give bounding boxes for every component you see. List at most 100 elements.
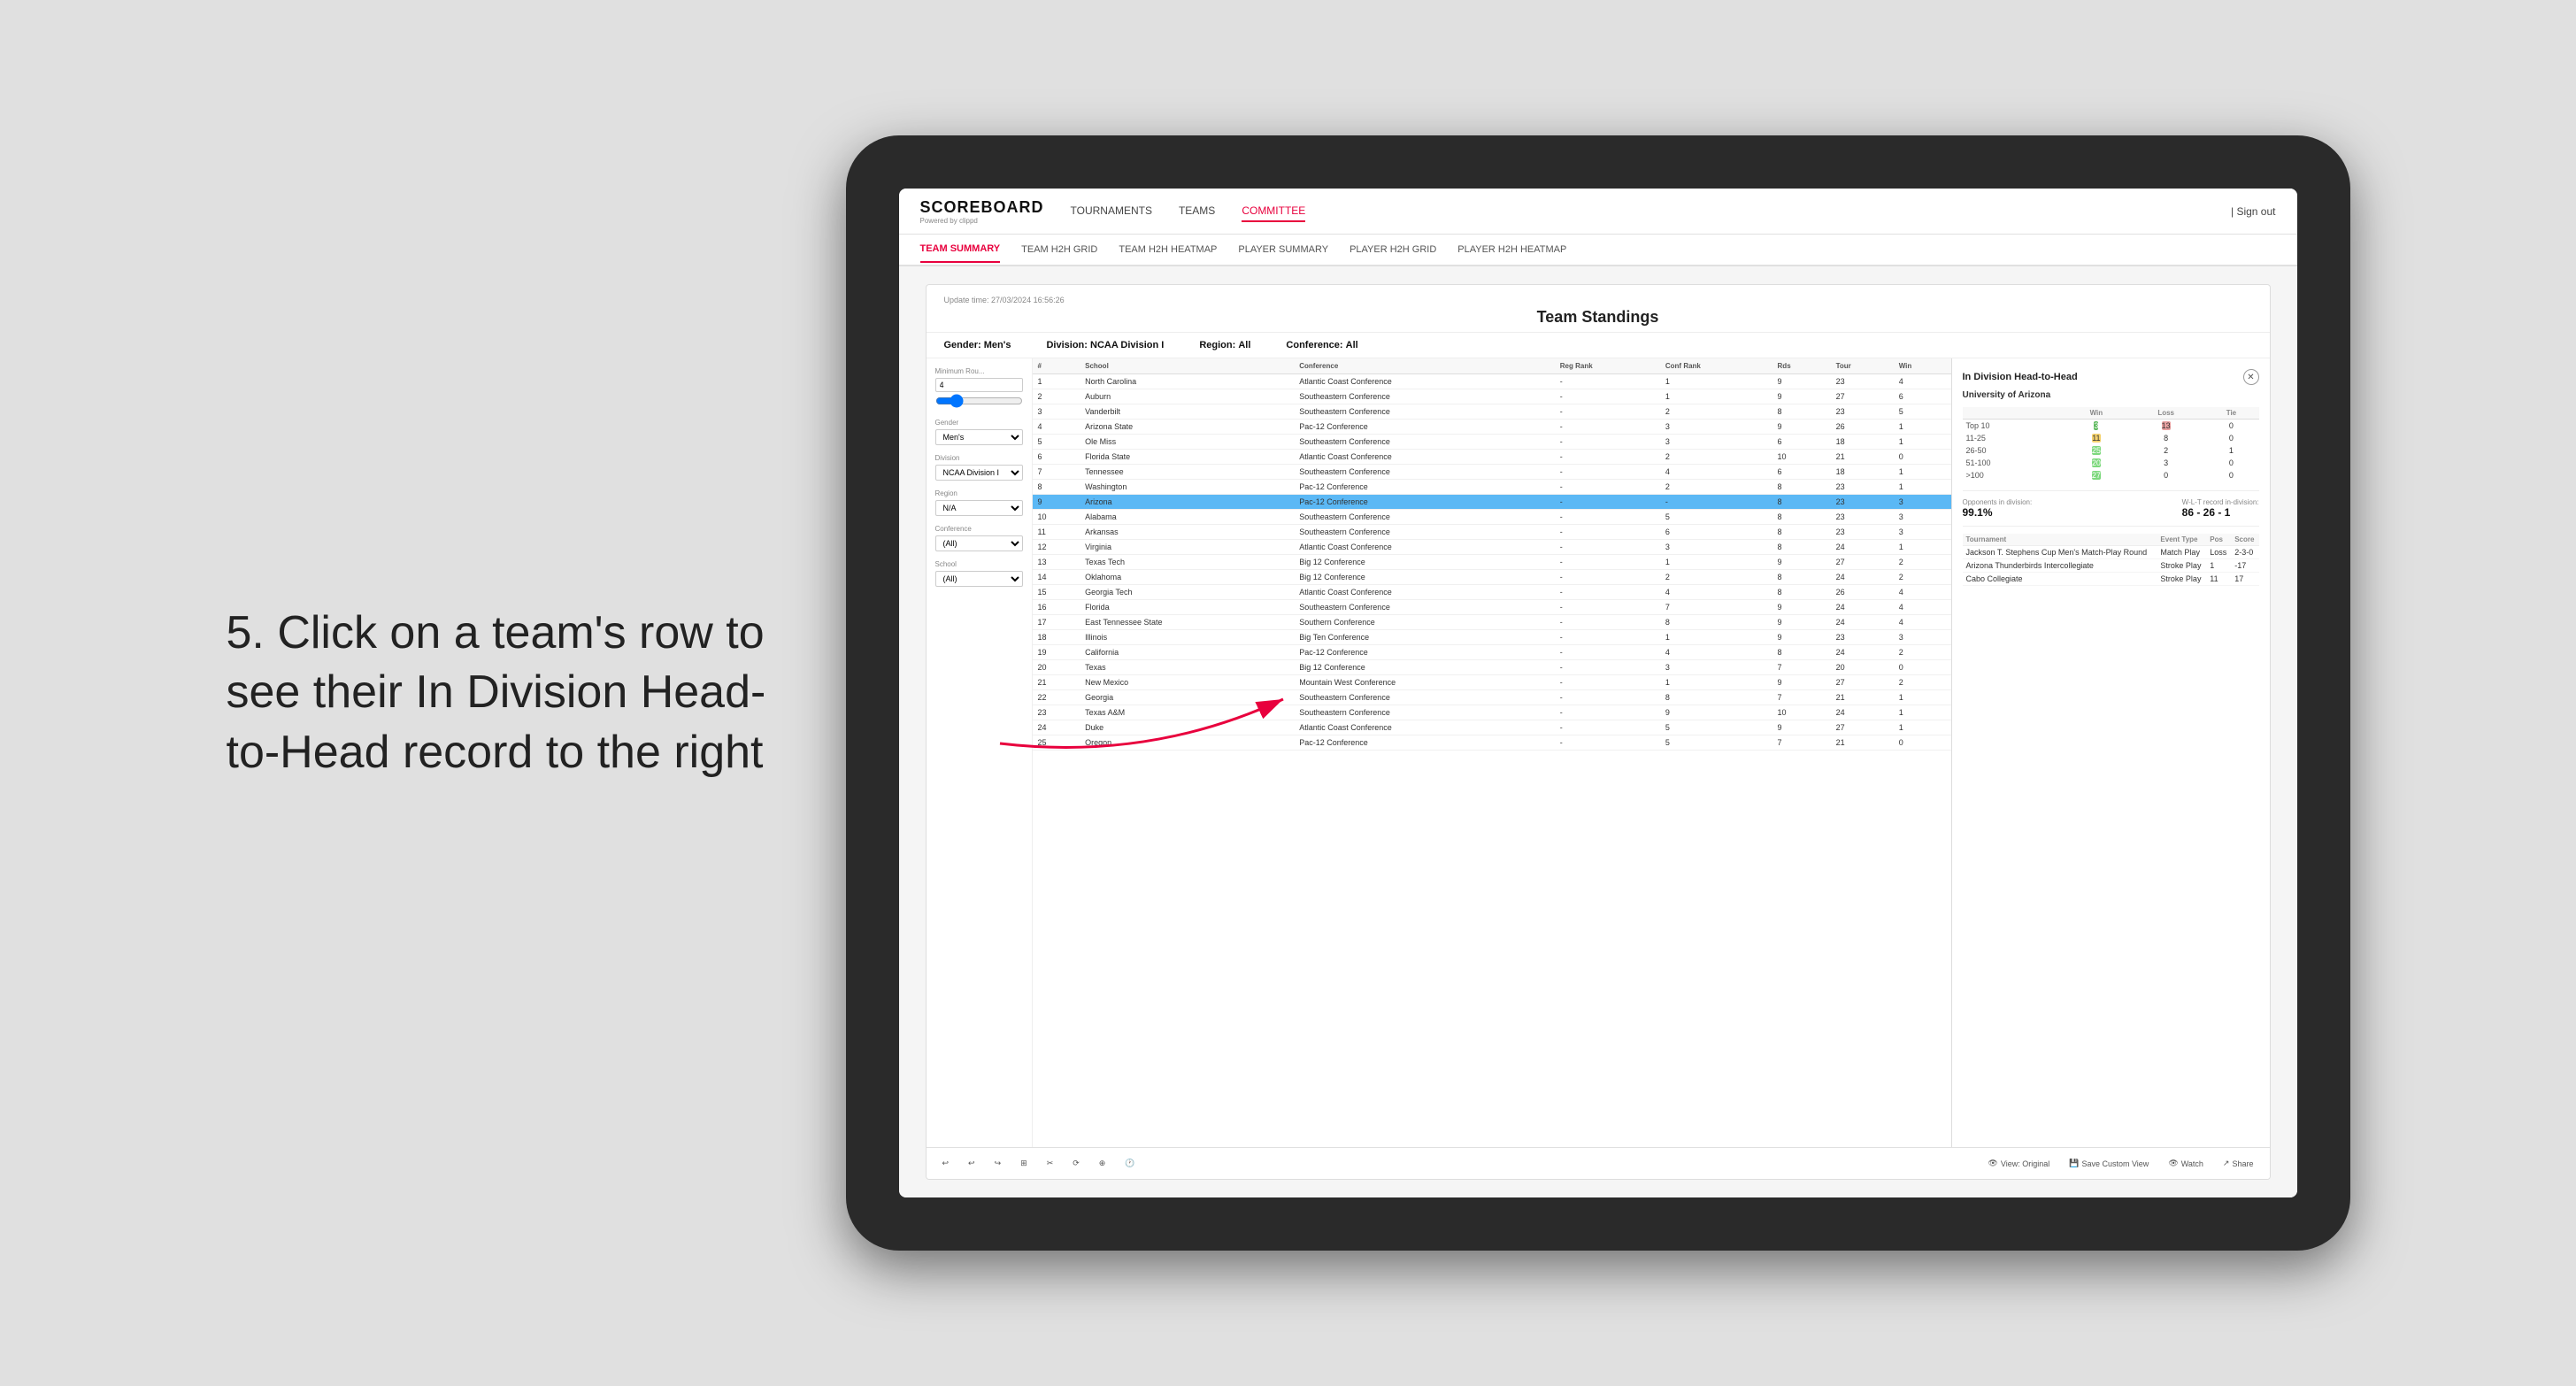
- h2h-tie-top10: 0: [2203, 420, 2258, 433]
- table-row[interactable]: 3 Vanderbilt Southeastern Conference - 2…: [1033, 404, 1951, 420]
- sign-out-button[interactable]: | Sign out: [2231, 205, 2276, 218]
- table-row[interactable]: 20 Texas Big 12 Conference - 3 7 20 0: [1033, 660, 1951, 675]
- table-row[interactable]: 2 Auburn Southeastern Conference - 1 9 2…: [1033, 389, 1951, 404]
- undo2-button[interactable]: ↩: [963, 1157, 980, 1170]
- tourney-row-2[interactable]: Arizona Thunderbirds Intercollegiate Str…: [1963, 559, 2259, 573]
- table-row[interactable]: 17 East Tennessee State Southern Confere…: [1033, 615, 1951, 630]
- cell-rds: 9: [1772, 389, 1831, 404]
- rounds-slider[interactable]: [935, 394, 1023, 408]
- cell-rds: 10: [1772, 705, 1831, 720]
- table-row[interactable]: 12 Virginia Atlantic Coast Conference - …: [1033, 540, 1951, 555]
- nav-teams[interactable]: TEAMS: [1179, 201, 1215, 222]
- cell-conf-rank: 7: [1660, 600, 1772, 615]
- table-row[interactable]: 19 California Pac-12 Conference - 4 8 24…: [1033, 645, 1951, 660]
- table-row[interactable]: 1 North Carolina Atlantic Coast Conferen…: [1033, 374, 1951, 389]
- h2h-row-51-100[interactable]: 51-100 20 3 0: [1963, 457, 2259, 469]
- view-original-button[interactable]: 👁 View: Original: [1982, 1157, 2055, 1170]
- cell-conference: Pac-12 Conference: [1294, 645, 1555, 660]
- cell-conf-rank: 5: [1660, 510, 1772, 525]
- grid-button[interactable]: ⊞: [1015, 1157, 1033, 1170]
- logo-sub: Powered by clippd: [920, 217, 1044, 225]
- nav-tournaments[interactable]: TOURNAMENTS: [1071, 201, 1152, 222]
- update-time: Update time: 27/03/2024 16:56:26: [944, 296, 2252, 304]
- h2h-row-top10[interactable]: Top 10 3 13 0: [1963, 420, 2259, 433]
- h2h-row-11-25[interactable]: 11-25 11 8 0: [1963, 432, 2259, 444]
- table-row[interactable]: 16 Florida Southeastern Conference - 7 9…: [1033, 600, 1951, 615]
- undo-button[interactable]: ↩: [937, 1157, 955, 1170]
- school-select[interactable]: (All): [935, 571, 1023, 587]
- save-custom-button[interactable]: 💾 Save Custom View: [2064, 1157, 2154, 1170]
- cell-school: Virginia: [1080, 540, 1294, 555]
- cell-rank: 4: [1033, 420, 1080, 435]
- table-row[interactable]: 24 Duke Atlantic Coast Conference - 5 9 …: [1033, 720, 1951, 735]
- tourney-row-3[interactable]: Cabo Collegiate Stroke Play 11 17: [1963, 573, 2259, 586]
- sub-nav-player-summary[interactable]: PLAYER SUMMARY: [1238, 237, 1328, 262]
- cell-conference: Big Ten Conference: [1294, 630, 1555, 645]
- cell-win: 2: [1894, 645, 1951, 660]
- cell-reg-rank: -: [1555, 735, 1660, 751]
- table-row[interactable]: 13 Texas Tech Big 12 Conference - 1 9 27…: [1033, 555, 1951, 570]
- cell-conference: Atlantic Coast Conference: [1294, 450, 1555, 465]
- table-row[interactable]: 18 Illinois Big Ten Conference - 1 9 23 …: [1033, 630, 1951, 645]
- cell-school: Auburn: [1080, 389, 1294, 404]
- cell-conf-rank: 8: [1660, 615, 1772, 630]
- conference-select[interactable]: (All): [935, 535, 1023, 551]
- min-rounds-input[interactable]: [935, 378, 1023, 392]
- share-button[interactable]: ↗ Share: [2218, 1157, 2259, 1170]
- h2h-tie-11-25: 0: [2203, 432, 2258, 444]
- h2h-loss-11-25: 8: [2128, 432, 2203, 444]
- sub-nav-team-h2h-grid[interactable]: TEAM H2H GRID: [1021, 237, 1097, 262]
- table-row[interactable]: 11 Arkansas Southeastern Conference - 6 …: [1033, 525, 1951, 540]
- sub-nav-team-h2h-heatmap[interactable]: TEAM H2H HEATMAP: [1119, 237, 1217, 262]
- watch-button[interactable]: 👁 Watch: [2163, 1157, 2209, 1170]
- table-row[interactable]: 21 New Mexico Mountain West Conference -…: [1033, 675, 1951, 690]
- gender-label: Gender: [935, 419, 1023, 427]
- region-select[interactable]: N/A: [935, 500, 1023, 516]
- cell-rank: 19: [1033, 645, 1080, 660]
- cell-rank: 18: [1033, 630, 1080, 645]
- cell-tour: 23: [1831, 525, 1894, 540]
- add-button[interactable]: ⊕: [1094, 1157, 1111, 1170]
- col-win: Win: [1894, 358, 1951, 374]
- table-row[interactable]: 9 Arizona Pac-12 Conference - - 8 23 3: [1033, 495, 1951, 510]
- cell-conference: Southeastern Conference: [1294, 404, 1555, 420]
- nav-committee[interactable]: COMMITTEE: [1242, 201, 1305, 222]
- panel-body: Minimum Rou... Gender Men's: [927, 358, 2270, 1147]
- table-row[interactable]: 23 Texas A&M Southeastern Conference - 9…: [1033, 705, 1951, 720]
- table-row[interactable]: 4 Arizona State Pac-12 Conference - 3 9 …: [1033, 420, 1951, 435]
- sub-nav-team-summary[interactable]: TEAM SUMMARY: [920, 236, 1001, 263]
- table-row[interactable]: 10 Alabama Southeastern Conference - 5 8…: [1033, 510, 1951, 525]
- table-row[interactable]: 25 Oregon Pac-12 Conference - 5 7 21 0: [1033, 735, 1951, 751]
- cell-rank: 9: [1033, 495, 1080, 510]
- h2h-row-100plus[interactable]: >100 27 0 0: [1963, 469, 2259, 481]
- division-select[interactable]: NCAA Division I: [935, 465, 1023, 481]
- bottom-toolbar: ↩ ↩ ↪ ⊞ ✂ ⟳ ⊕ 🕐 👁: [927, 1147, 2270, 1179]
- sub-nav-player-h2h-grid[interactable]: PLAYER H2H GRID: [1350, 237, 1436, 262]
- sub-nav-player-h2h-heatmap[interactable]: PLAYER H2H HEATMAP: [1457, 237, 1566, 262]
- cell-rds: 9: [1772, 420, 1831, 435]
- watch-label: Watch: [2181, 1159, 2203, 1168]
- table-row[interactable]: 8 Washington Pac-12 Conference - 2 8 23 …: [1033, 480, 1951, 495]
- table-row[interactable]: 6 Florida State Atlantic Coast Conferenc…: [1033, 450, 1951, 465]
- col-school: School: [1080, 358, 1294, 374]
- table-row[interactable]: 7 Tennessee Southeastern Conference - 4 …: [1033, 465, 1951, 480]
- h2h-loss-51-100: 3: [2128, 457, 2203, 469]
- table-row[interactable]: 15 Georgia Tech Atlantic Coast Conferenc…: [1033, 585, 1951, 600]
- table-row[interactable]: 5 Ole Miss Southeastern Conference - 3 6…: [1033, 435, 1951, 450]
- main-layout: 5. Click on a team's row to see their In…: [227, 135, 2350, 1251]
- cut-button[interactable]: ✂: [1042, 1157, 1059, 1170]
- h2h-close-button[interactable]: ✕: [2243, 369, 2259, 385]
- redo-button[interactable]: ↪: [989, 1157, 1007, 1170]
- region-group: Region N/A: [935, 489, 1023, 516]
- tourney-type-1: Match Play: [2157, 546, 2206, 559]
- h2h-row-26-50[interactable]: 26-50 25 2 1: [1963, 444, 2259, 457]
- time-button[interactable]: 🕐: [1119, 1157, 1140, 1170]
- h2h-col-win: Win: [2065, 407, 2128, 420]
- cell-conference: Southeastern Conference: [1294, 705, 1555, 720]
- nav-links: TOURNAMENTS TEAMS COMMITTEE: [1071, 201, 2231, 222]
- tourney-row-1[interactable]: Jackson T. Stephens Cup Men's Match-Play…: [1963, 546, 2259, 559]
- table-row[interactable]: 22 Georgia Southeastern Conference - 8 7…: [1033, 690, 1951, 705]
- gender-select[interactable]: Men's: [935, 429, 1023, 445]
- refresh-button[interactable]: ⟳: [1067, 1157, 1085, 1170]
- table-row[interactable]: 14 Oklahoma Big 12 Conference - 2 8 24 2: [1033, 570, 1951, 585]
